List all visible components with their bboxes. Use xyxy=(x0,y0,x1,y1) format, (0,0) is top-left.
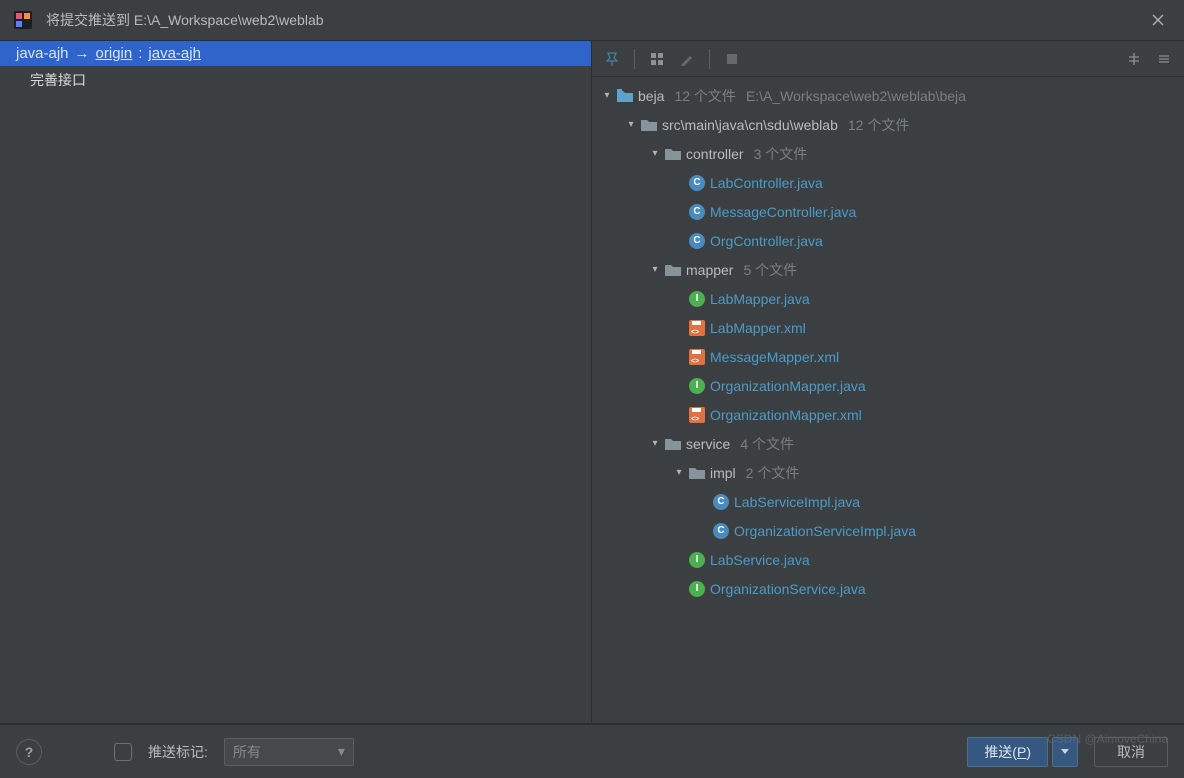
app-icon xyxy=(14,11,32,29)
file-count: 5 个文件 xyxy=(743,260,797,280)
changes-toolbar xyxy=(592,41,1184,77)
folder-icon xyxy=(664,435,682,453)
title-bar: 将提交推送到 E:\A_Workspace\web2\weblab xyxy=(0,0,1184,40)
class-icon: C xyxy=(688,174,706,192)
chevron-down-icon: ▾ xyxy=(600,90,614,101)
pin-icon[interactable] xyxy=(600,47,624,71)
module-name: beja xyxy=(638,88,664,104)
push-button[interactable]: 推送(P) xyxy=(967,737,1048,767)
close-button[interactable] xyxy=(1144,10,1172,30)
xml-icon xyxy=(688,406,706,424)
file-count: 4 个文件 xyxy=(740,434,794,454)
tree-folder[interactable]: ▾ mapper 5 个文件 xyxy=(592,255,1184,284)
chevron-down-icon: ▾ xyxy=(624,119,638,130)
remote-name: origin xyxy=(96,45,133,62)
separator: : xyxy=(138,45,142,62)
branch-row[interactable]: java-ajh → origin : java-ajh xyxy=(0,41,591,66)
toolbar-sep xyxy=(709,49,710,69)
folder-icon xyxy=(664,261,682,279)
folder-icon xyxy=(688,464,706,482)
watermark: CSDN @AimoveChina xyxy=(1047,732,1168,746)
push-tags-combo[interactable]: 所有 ▾ xyxy=(224,738,354,766)
file-name: LabServiceImpl.java xyxy=(734,494,860,510)
commits-panel: java-ajh → origin : java-ajh 完善接口 xyxy=(0,41,592,723)
push-tags-checkbox[interactable] xyxy=(114,743,132,761)
file-name: OrganizationMapper.java xyxy=(710,378,866,394)
push-tags-label: 推送标记: xyxy=(148,742,208,762)
tree-file[interactable]: CMessageController.java xyxy=(592,197,1184,226)
tree-module-root[interactable]: ▾ beja 12 个文件 E:\A_Workspace\web2\weblab… xyxy=(592,81,1184,110)
chevron-down-icon: ▾ xyxy=(648,264,662,275)
chevron-down-icon: ▾ xyxy=(648,148,662,159)
file-name: OrgController.java xyxy=(710,233,823,249)
tree-file[interactable]: ILabMapper.java xyxy=(592,284,1184,313)
class-icon: C xyxy=(712,522,730,540)
local-branch: java-ajh xyxy=(16,45,69,62)
chevron-down-icon: ▾ xyxy=(648,438,662,449)
help-button[interactable]: ? xyxy=(16,739,42,765)
folder-name: mapper xyxy=(686,262,733,278)
folder-name: controller xyxy=(686,146,744,162)
tree-folder[interactable]: ▾ impl 2 个文件 xyxy=(592,458,1184,487)
tree-file[interactable]: IOrganizationService.java xyxy=(592,574,1184,603)
folder-name: service xyxy=(686,436,730,452)
tree-folder[interactable]: ▾ controller 3 个文件 xyxy=(592,139,1184,168)
file-count: 3 个文件 xyxy=(754,144,808,164)
tree-file[interactable]: OrganizationMapper.xml xyxy=(592,400,1184,429)
file-name: MessageController.java xyxy=(710,204,856,220)
combo-value: 所有 xyxy=(233,742,261,762)
file-name: LabService.java xyxy=(710,552,810,568)
dialog-footer: ? 推送标记: 所有 ▾ 推送(P) 取消 xyxy=(0,724,1184,778)
tree-folder[interactable]: ▾ src\main\java\cn\sdu\weblab 12 个文件 xyxy=(592,110,1184,139)
interface-icon: I xyxy=(688,551,706,569)
tree-file[interactable]: ILabService.java xyxy=(592,545,1184,574)
tree-folder[interactable]: ▾ service 4 个文件 xyxy=(592,429,1184,458)
changes-tree: ▾ beja 12 个文件 E:\A_Workspace\web2\weblab… xyxy=(592,77,1184,723)
class-icon: C xyxy=(688,232,706,250)
tree-file[interactable]: CLabServiceImpl.java xyxy=(592,487,1184,516)
tracking-branch: java-ajh xyxy=(148,45,201,62)
collapse-all-icon[interactable] xyxy=(1152,47,1176,71)
class-icon: C xyxy=(712,493,730,511)
group-icon[interactable] xyxy=(645,47,669,71)
tree-file[interactable]: MessageMapper.xml xyxy=(592,342,1184,371)
file-name: OrganizationService.java xyxy=(710,581,866,597)
chevron-down-icon: ▾ xyxy=(338,743,345,760)
module-path: E:\A_Workspace\web2\weblab\beja xyxy=(746,88,966,104)
tree-file[interactable]: IOrganizationMapper.java xyxy=(592,371,1184,400)
window-title: 将提交推送到 E:\A_Workspace\web2\weblab xyxy=(46,10,324,30)
xml-icon xyxy=(688,348,706,366)
folder-icon xyxy=(664,145,682,163)
file-name: LabMapper.java xyxy=(710,291,810,307)
tree-file[interactable]: CLabController.java xyxy=(592,168,1184,197)
folder-name: impl xyxy=(710,465,736,481)
file-name: MessageMapper.xml xyxy=(710,349,839,365)
file-name: LabMapper.xml xyxy=(710,320,806,336)
commit-item[interactable]: 完善接口 xyxy=(0,66,591,94)
file-count: 12 个文件 xyxy=(674,86,735,106)
toolbar-sep xyxy=(634,49,635,69)
xml-icon xyxy=(688,319,706,337)
chevron-down-icon: ▾ xyxy=(672,467,686,478)
file-count: 2 个文件 xyxy=(746,463,800,483)
class-icon: C xyxy=(688,203,706,221)
file-name: OrganizationServiceImpl.java xyxy=(734,523,916,539)
interface-icon: I xyxy=(688,377,706,395)
edit-icon[interactable] xyxy=(675,47,699,71)
tree-file[interactable]: COrgController.java xyxy=(592,226,1184,255)
interface-icon: I xyxy=(688,290,706,308)
diff-icon[interactable] xyxy=(720,47,744,71)
tree-file[interactable]: COrganizationServiceImpl.java xyxy=(592,516,1184,545)
file-name: LabController.java xyxy=(710,175,823,191)
file-name: OrganizationMapper.xml xyxy=(710,407,862,423)
arrow-icon: → xyxy=(75,45,90,62)
interface-icon: I xyxy=(688,580,706,598)
file-count: 12 个文件 xyxy=(848,115,909,135)
folder-name: src\main\java\cn\sdu\weblab xyxy=(662,117,838,133)
module-icon xyxy=(616,87,634,105)
tree-file[interactable]: LabMapper.xml xyxy=(592,313,1184,342)
changes-panel: ▾ beja 12 个文件 E:\A_Workspace\web2\weblab… xyxy=(592,41,1184,723)
folder-icon xyxy=(640,116,658,134)
expand-all-icon[interactable] xyxy=(1122,47,1146,71)
